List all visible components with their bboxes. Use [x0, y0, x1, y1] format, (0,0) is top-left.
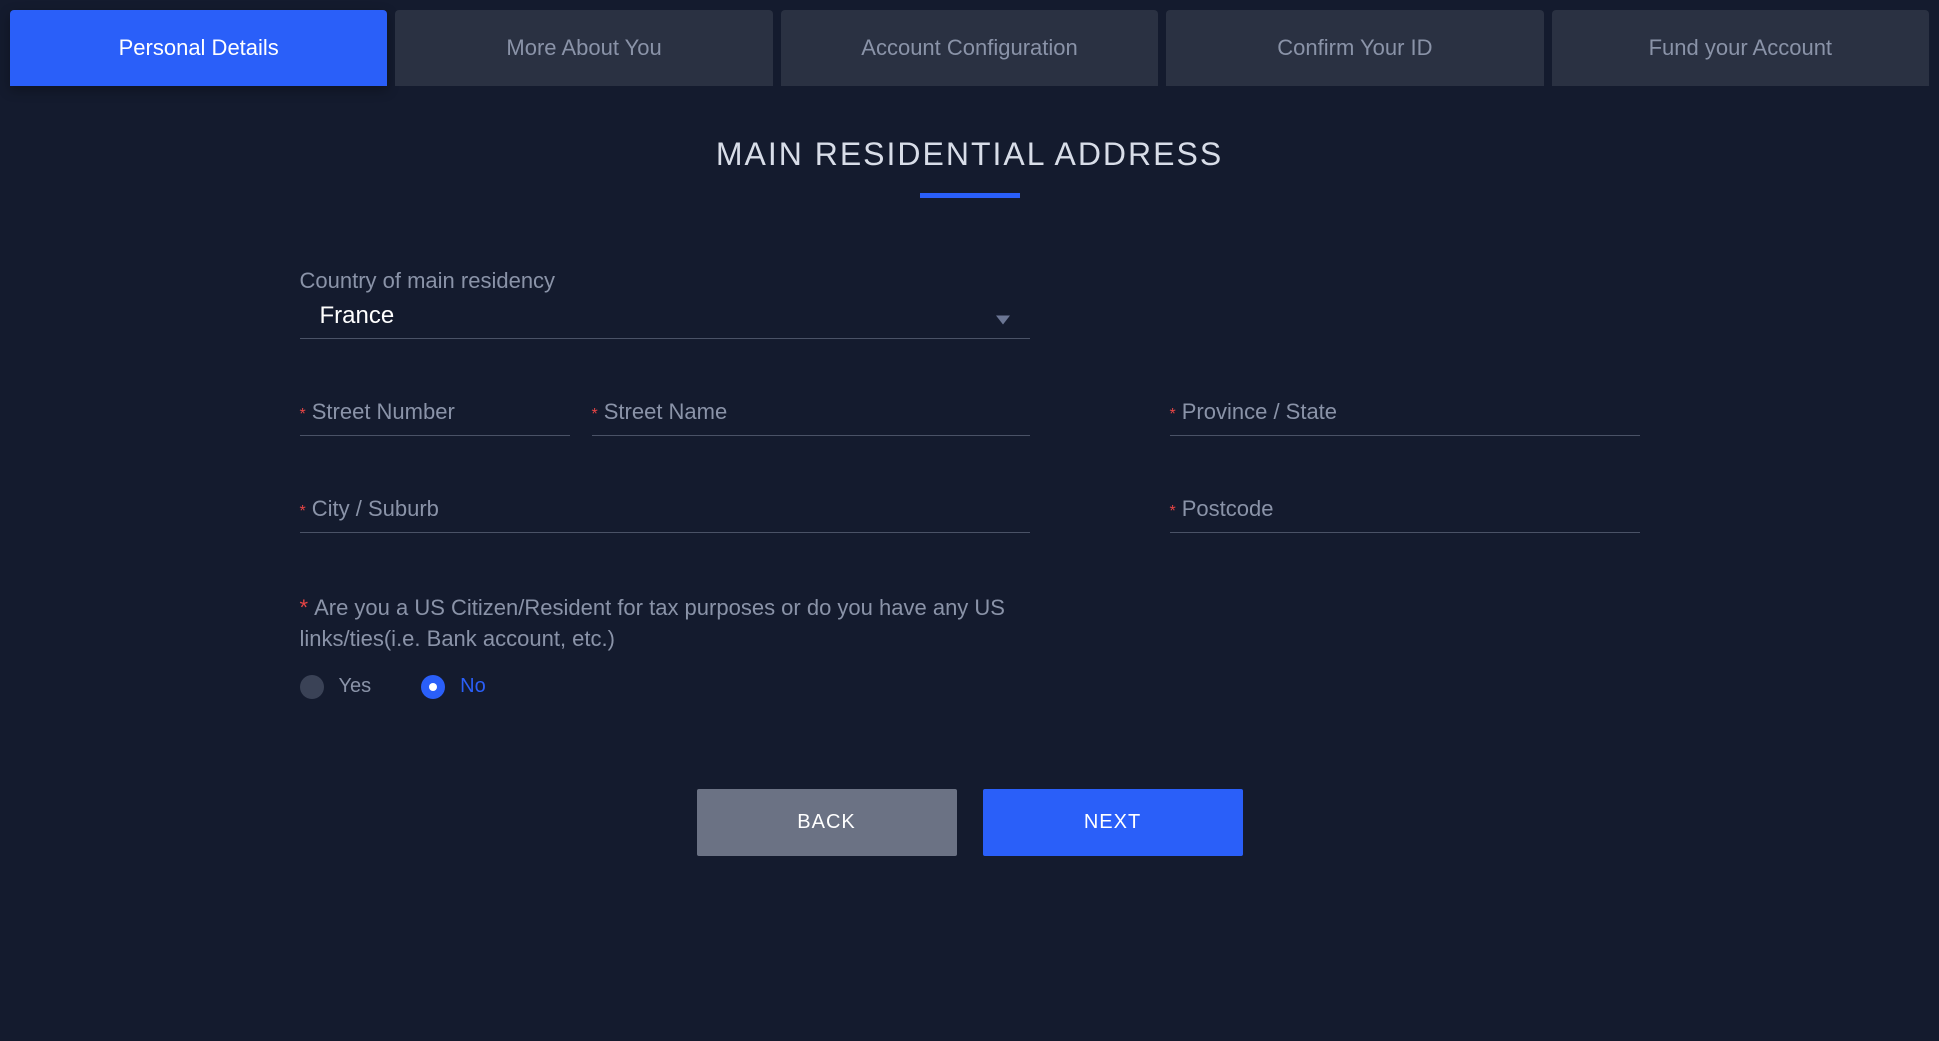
radio-dot-icon [429, 683, 437, 691]
required-marker: * [300, 406, 306, 423]
required-marker: * [1170, 503, 1176, 520]
country-label: Country of main residency [300, 268, 1640, 294]
country-select[interactable]: France [300, 302, 1030, 339]
country-value: France [300, 302, 395, 329]
radio-icon [421, 675, 445, 699]
us-question-text: *Are you a US Citizen/Resident for tax p… [300, 593, 1030, 655]
province-placeholder: Province / State [1182, 399, 1337, 424]
city-field[interactable]: * City / Suburb [300, 496, 1030, 533]
form-content: MAIN RESIDENTIAL ADDRESS Country of main… [10, 116, 1929, 876]
next-button[interactable]: NEXT [983, 789, 1243, 856]
postcode-field[interactable]: * Postcode [1170, 496, 1640, 533]
province-field[interactable]: * Province / State [1170, 399, 1640, 436]
us-radio-no[interactable]: No [421, 675, 486, 699]
title-underline [920, 193, 1020, 198]
back-button[interactable]: BACK [697, 789, 957, 856]
progress-tabs: Personal Details More About You Account … [10, 10, 1929, 86]
required-marker: * [300, 503, 306, 520]
button-row: BACK NEXT [300, 789, 1640, 856]
us-radio-group: Yes No [300, 675, 1030, 699]
required-marker: * [1170, 406, 1176, 423]
tab-personal-details[interactable]: Personal Details [10, 10, 387, 86]
street-number-field[interactable]: * Street Number [300, 399, 570, 436]
city-placeholder: City / Suburb [312, 496, 439, 521]
tab-confirm-id[interactable]: Confirm Your ID [1166, 10, 1543, 86]
form-area: Country of main residency France * Street… [160, 268, 1780, 856]
chevron-down-icon [996, 316, 1010, 325]
street-name-placeholder: Street Name [604, 399, 728, 424]
required-marker: * [592, 406, 598, 423]
us-radio-no-label: No [460, 675, 486, 698]
postcode-placeholder: Postcode [1182, 496, 1274, 521]
tab-fund-account[interactable]: Fund your Account [1552, 10, 1929, 86]
tab-account-configuration[interactable]: Account Configuration [781, 10, 1158, 86]
street-name-field[interactable]: * Street Name [592, 399, 1030, 436]
us-citizen-question: *Are you a US Citizen/Resident for tax p… [300, 593, 1030, 699]
radio-icon [300, 675, 324, 699]
section-title: MAIN RESIDENTIAL ADDRESS [10, 136, 1929, 173]
street-number-placeholder: Street Number [312, 399, 455, 424]
tab-more-about-you[interactable]: More About You [395, 10, 772, 86]
required-marker: * [300, 595, 309, 620]
us-radio-yes[interactable]: Yes [300, 675, 372, 699]
us-radio-yes-label: Yes [339, 675, 372, 698]
